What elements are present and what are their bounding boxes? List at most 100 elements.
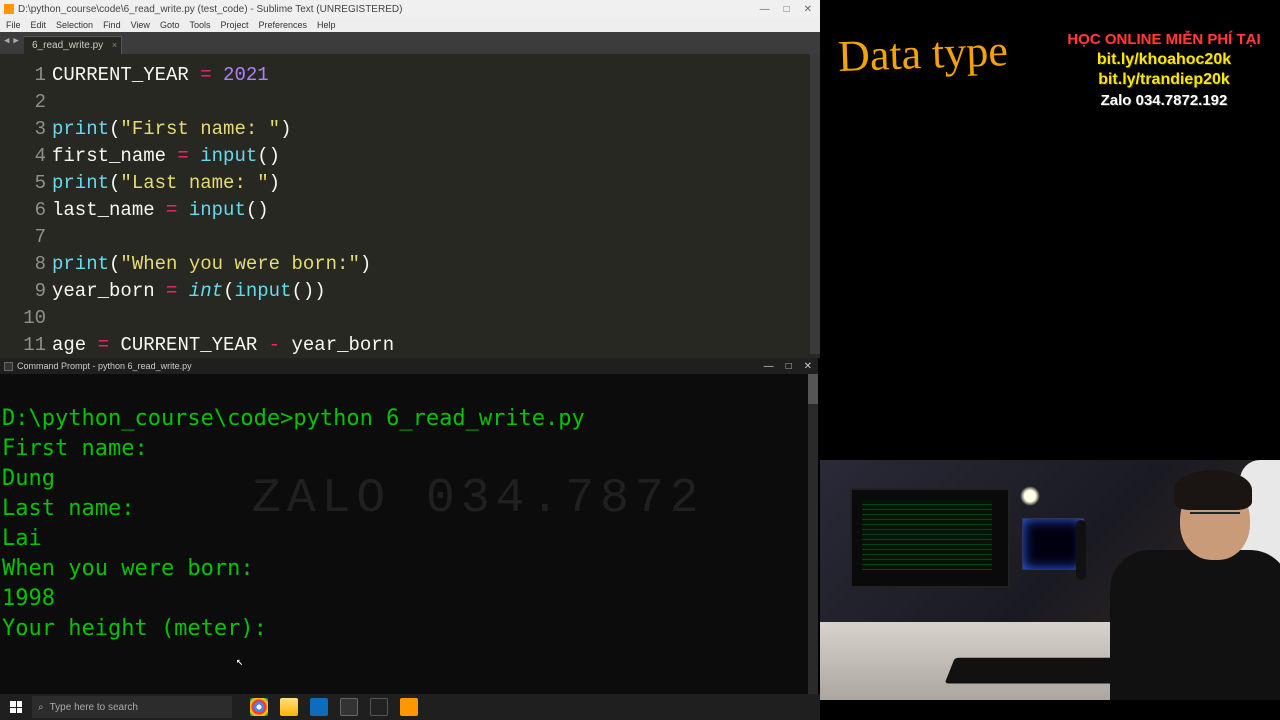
line-number: 6	[0, 197, 46, 224]
code-token: (	[109, 118, 120, 140]
code-token: ()	[257, 145, 280, 167]
editor-titlebar[interactable]: D:\python_course\code\6_read_write.py (t…	[0, 0, 820, 18]
code-token: -	[257, 334, 291, 356]
line-number: 10	[0, 305, 46, 332]
menu-find[interactable]: Find	[103, 20, 121, 30]
promo-line: bit.ly/trandiep20k	[1054, 70, 1274, 91]
menu-file[interactable]: File	[6, 20, 21, 30]
menu-edit[interactable]: Edit	[31, 20, 47, 30]
menu-tools[interactable]: Tools	[189, 20, 210, 30]
editor-tab-label: 6_read_write.py	[32, 40, 103, 51]
code-token: (	[109, 253, 120, 275]
menu-preferences[interactable]: Preferences	[258, 20, 307, 30]
scrollbar-thumb[interactable]	[808, 374, 818, 404]
code-token: )	[314, 280, 325, 302]
cmd-line: D:\python_course\code>python 6_read_writ…	[2, 404, 816, 434]
code-token: print	[52, 253, 109, 275]
code-token: (	[109, 172, 120, 194]
editor-scrollbar[interactable]	[810, 54, 820, 354]
cmd-window-title: Command Prompt - python 6_read_write.py	[17, 361, 192, 371]
taskbar-file-explorer-icon[interactable]	[280, 698, 298, 716]
code-token: =	[155, 280, 189, 302]
tab-close-icon[interactable]: ×	[112, 40, 117, 50]
code-token: "When you were born:"	[120, 253, 359, 275]
cmd-icon	[4, 362, 13, 371]
windows-logo-icon	[10, 701, 22, 713]
code-token: "Last name: "	[120, 172, 268, 194]
editor-close-button[interactable]: ✕	[804, 4, 812, 15]
cmd-output-area[interactable]: ZALO 034.7872 D:\python_course\code>pyth…	[0, 374, 818, 694]
cmd-close-button[interactable]: ✕	[804, 361, 812, 372]
cmd-line: Your height (meter):	[2, 614, 816, 644]
code-token: first_name	[52, 145, 166, 167]
cmd-line: When you were born:	[2, 554, 816, 584]
taskbar-mail-icon[interactable]	[310, 698, 328, 716]
code-token: =	[166, 145, 200, 167]
code-token: print	[52, 118, 109, 140]
taskbar-chrome-icon[interactable]	[250, 698, 268, 716]
taskbar-cmd-icon[interactable]	[370, 698, 388, 716]
pc-shape	[1022, 518, 1084, 570]
tab-nav-fwd-icon[interactable]: ▶	[13, 36, 18, 46]
line-number: 11	[0, 332, 46, 358]
menu-selection[interactable]: Selection	[56, 20, 93, 30]
code-token: CURRENT_YEAR	[120, 334, 257, 356]
line-number-gutter: 1 2 3 4 5 6 7 8 9 10 11	[0, 54, 46, 358]
cmd-line: Last name:	[2, 494, 816, 524]
cmd-minimize-button[interactable]: —	[764, 361, 774, 372]
cmd-line: Dung	[2, 464, 816, 494]
promo-line: HỌC ONLINE MIỄN PHÍ TẠI	[1054, 30, 1274, 50]
code-token: year_born	[291, 334, 394, 356]
code-token: input	[234, 280, 291, 302]
code-token: int	[189, 280, 223, 302]
search-icon: ⌕	[38, 702, 44, 713]
editor-window-title: D:\python_course\code\6_read_write.py (t…	[18, 4, 402, 15]
code-token: last_name	[52, 199, 155, 221]
code-token: =	[86, 334, 120, 356]
search-placeholder: Type here to search	[50, 702, 138, 713]
board-title: Data type	[837, 25, 1008, 82]
start-button[interactable]	[0, 694, 32, 720]
code-editor-area[interactable]: CURRENT_YEAR = 2021 print("First name: "…	[46, 54, 820, 358]
taskbar-sublime-icon[interactable]	[400, 698, 418, 716]
editor-maximize-button[interactable]: □	[784, 4, 790, 15]
sublime-text-window: D:\python_course\code\6_read_write.py (t…	[0, 0, 820, 358]
editor-minimize-button[interactable]: —	[760, 4, 770, 15]
command-prompt-window: Command Prompt - python 6_read_write.py …	[0, 358, 818, 694]
cmd-scrollbar[interactable]	[808, 374, 818, 694]
code-token: CURRENT_YEAR	[52, 64, 189, 86]
line-number: 2	[0, 89, 46, 116]
cmd-maximize-button[interactable]: □	[786, 361, 792, 372]
webcam-feed	[820, 460, 1280, 700]
promo-box: HỌC ONLINE MIỄN PHÍ TẠI bit.ly/khoahoc20…	[1054, 30, 1274, 111]
menu-project[interactable]: Project	[220, 20, 248, 30]
code-token: 2021	[223, 64, 269, 86]
monitor-shape	[850, 488, 1010, 588]
taskbar-obs-icon[interactable]	[340, 698, 358, 716]
line-number: 3	[0, 116, 46, 143]
menu-goto[interactable]: Goto	[160, 20, 180, 30]
code-token: year_born	[52, 280, 155, 302]
cmd-line: 1998	[2, 584, 816, 614]
lamp-shape	[1020, 486, 1040, 506]
menu-view[interactable]: View	[131, 20, 150, 30]
code-token: input	[189, 199, 246, 221]
code-token: age	[52, 334, 86, 356]
cmd-titlebar[interactable]: Command Prompt - python 6_read_write.py …	[0, 358, 818, 374]
promo-line: Zalo 034.7872.192	[1054, 91, 1274, 111]
mic-shape	[1076, 520, 1086, 580]
code-token: =	[155, 199, 189, 221]
code-token: ()	[246, 199, 269, 221]
editor-tab-active[interactable]: 6_read_write.py ×	[24, 36, 122, 54]
sublime-icon	[4, 4, 14, 14]
cmd-line: First name:	[2, 434, 816, 464]
editor-menubar: File Edit Selection Find View Goto Tools…	[0, 18, 820, 32]
menu-help[interactable]: Help	[317, 20, 336, 30]
line-number: 7	[0, 224, 46, 251]
taskbar-search-input[interactable]: ⌕ Type here to search	[32, 696, 232, 718]
line-number: 8	[0, 251, 46, 278]
code-token: input	[200, 145, 257, 167]
tab-nav-back-icon[interactable]: ◀	[4, 36, 9, 46]
line-number: 9	[0, 278, 46, 305]
code-token: (	[223, 280, 234, 302]
